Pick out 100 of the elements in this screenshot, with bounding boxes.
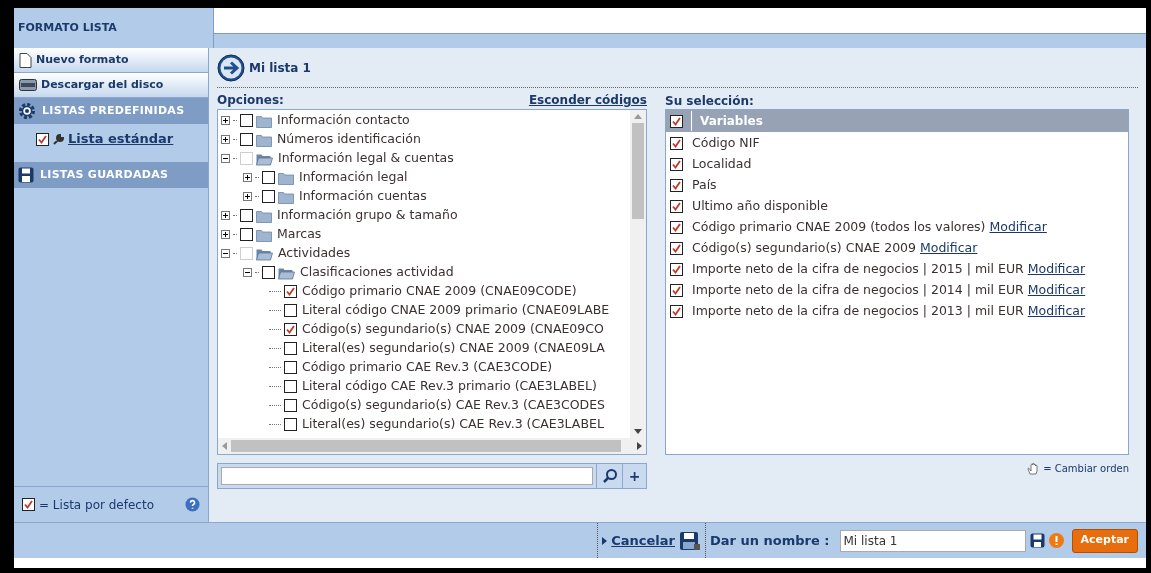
options-label: Opciones: [217,92,284,109]
expand-toggle[interactable] [221,211,230,220]
tree-item-label[interactable]: Literal código CAE Rev.3 primario (CAE3LABEL) [302,377,597,396]
selection-label: Su selección: [665,93,755,108]
folder-icon [256,227,272,242]
expand-toggle[interactable] [221,230,230,239]
add-button[interactable]: + [622,464,646,488]
modify-link[interactable]: Modificar [1027,281,1086,300]
tree-item-label[interactable]: Información contacto [277,111,410,130]
scroll-right-arrow-icon[interactable] [637,442,642,450]
folder-icon [278,189,294,204]
checkbox[interactable] [670,221,683,234]
checkbox[interactable] [284,285,297,298]
vertical-scrollbar[interactable] [630,110,646,438]
arrow-circle-icon [217,53,245,82]
checkbox[interactable] [262,171,275,184]
collapse-toggle[interactable] [221,249,230,258]
collapse-toggle[interactable] [243,268,252,277]
checkbox[interactable] [22,498,35,511]
tree-item-label[interactable]: Código primario CNAE 2009 (CNAE09CODE) [302,282,577,301]
folder-icon [256,132,272,147]
folder-icon [256,113,272,128]
hide-codes-link[interactable]: Esconder códigos [528,91,647,109]
gear-icon [18,102,36,120]
collapse-toggle[interactable] [221,154,230,163]
checkbox[interactable] [670,242,683,255]
scroll-down-arrow-icon[interactable] [634,429,642,434]
tree-item-label[interactable]: Literal código CNAE 2009 primario (CNAE09LABE [302,301,610,320]
tree-item-label[interactable]: Marcas [277,225,322,244]
tree-item-label[interactable]: Actividades [278,244,351,263]
variable-label: Ultimo año disponible [692,197,828,216]
name-field[interactable]: Mi lista 1 [839,529,1026,552]
variable-label: Localidad [692,155,752,174]
modify-link[interactable]: Modificar [1027,260,1086,279]
folder-icon [256,208,272,223]
variable-label: Código(s) segundario(s) CNAE 2009 [692,239,916,258]
variable-label: Importe neto de la cifra de negocios | 2015 | mil EUR [692,260,1024,279]
list-title: Mi lista 1 [249,59,311,77]
search-icon [601,468,618,484]
checkbox[interactable] [284,361,297,374]
variable-label: País [692,176,717,195]
checkbox[interactable] [284,323,297,336]
checkbox[interactable] [240,228,253,241]
checkbox[interactable] [670,200,683,213]
triangle-icon [602,536,608,545]
tree-item-label[interactable]: Números identificación [277,130,421,149]
scroll-thumb[interactable] [231,440,621,452]
search-field[interactable] [221,467,593,485]
tree-item-label[interactable]: Literal(es) segundario(s) CAE Rev.3 (CAE3LABEL [302,415,604,434]
tree-item-label[interactable]: Código(s) segundario(s) CAE Rev.3 (CAE3CODES [302,396,605,415]
tree-item-label[interactable]: Información grupo & tamaño [277,206,458,225]
scroll-thumb[interactable] [632,123,644,219]
modify-link[interactable]: Modificar [989,218,1047,237]
checkbox[interactable] [670,137,683,150]
checkbox[interactable] [670,114,683,128]
tree-item-label[interactable]: Código(s) segundario(s) CNAE 2009 (CNAE09CO [302,320,604,339]
folder-icon [278,170,294,185]
variable-label: Código NIF [692,134,760,153]
expand-toggle[interactable] [221,116,230,125]
checkbox[interactable] [284,304,297,317]
sidebar-button[interactable]: Nuevo formato [14,48,208,73]
wrench-icon [52,132,65,146]
checkbox[interactable] [36,132,49,146]
document-icon [19,52,32,68]
checkbox[interactable] [240,114,253,127]
checkbox[interactable] [670,305,683,318]
legend-text: = Lista por defecto [39,496,155,514]
checkbox[interactable] [240,209,253,222]
tree-item-label[interactable]: Información legal & cuentas [278,149,454,168]
variable-label: Importe neto de la cifra de negocios | 2013 | mil EUR [692,302,1024,321]
expand-toggle[interactable] [221,135,230,144]
modify-link[interactable]: Modificar [920,239,978,258]
horizontal-scrollbar[interactable] [218,438,646,454]
variable-label: Código primario CNAE 2009 (todos los valores) [692,218,986,237]
column-header: Variables [700,113,763,130]
variable-label: Importe neto de la cifra de negocios | 2014 | mil EUR [692,281,1024,300]
expand-toggle[interactable] [243,192,252,201]
checkbox[interactable] [670,263,683,276]
checkbox[interactable] [240,133,253,146]
tree-item-label[interactable]: Información cuentas [299,187,427,206]
checkbox[interactable] [262,266,275,279]
checkbox[interactable] [284,399,297,412]
checkbox[interactable] [284,418,297,431]
warning-icon [1048,533,1064,548]
checkbox[interactable] [670,158,683,171]
checkbox[interactable] [284,342,297,355]
checkbox[interactable] [284,380,297,393]
help-icon[interactable] [185,497,200,512]
tree-item-label[interactable]: Clasificaciones actividad [300,263,454,282]
tree-item-label[interactable]: Información legal [299,168,408,187]
checkbox[interactable] [670,284,683,297]
tree-item-label[interactable]: Código primario CAE Rev.3 (CAE3CODE) [302,358,553,377]
list-link[interactable]: Lista estándar [68,129,174,149]
checkbox[interactable] [670,179,683,192]
tree-item-label[interactable]: Literal(es) segundario(s) CNAE 2009 (CNAE09LA [302,339,605,358]
disk-drive-icon [19,79,37,91]
modify-link[interactable]: Modificar [1027,302,1086,321]
expand-toggle[interactable] [243,173,252,182]
sidebar-button[interactable]: Descargar del disco [14,73,208,98]
checkbox[interactable] [262,190,275,203]
